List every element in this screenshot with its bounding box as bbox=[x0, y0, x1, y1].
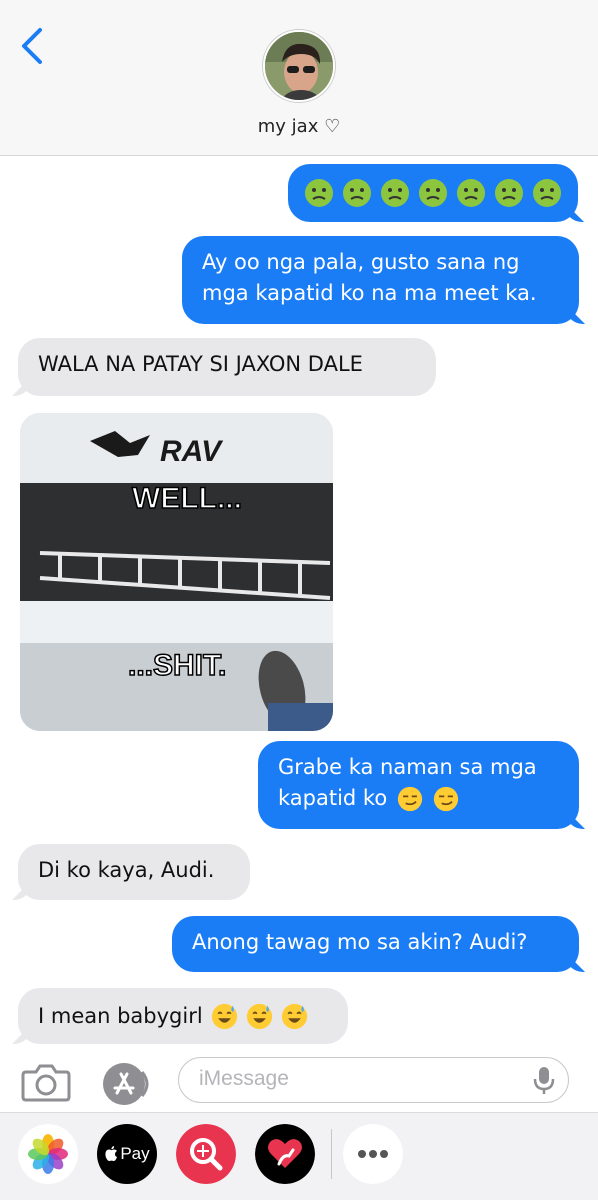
smirk-face-emoji-icon bbox=[398, 786, 423, 811]
photos-app-icon[interactable] bbox=[18, 1124, 78, 1184]
message-text: Di ko kaya, Audi. bbox=[38, 858, 215, 882]
back-chevron-icon[interactable] bbox=[18, 26, 48, 66]
received-message[interactable]: Di ko kaya, Audi. bbox=[18, 844, 250, 900]
nauseated-face-emoji-icon bbox=[457, 179, 485, 207]
sweat-smile-emoji-icon bbox=[281, 1003, 307, 1029]
smirk-face-emoji-icon bbox=[434, 786, 459, 811]
sweat-smile-emoji-icon bbox=[211, 1003, 237, 1029]
microphone-icon[interactable] bbox=[528, 1064, 560, 1096]
meme-photo: RAV WELL... ...SHIT. bbox=[20, 413, 333, 731]
conversation-header: my jax ♡ bbox=[0, 0, 598, 156]
message-text: Anong tawag mo sa akin? Audi? bbox=[192, 930, 528, 954]
app-drawer: Pay bbox=[0, 1112, 598, 1200]
nauseated-face-emoji-icon bbox=[419, 179, 447, 207]
more-apps-icon[interactable] bbox=[343, 1124, 403, 1184]
meme-caption-bottom: ...SHIT. bbox=[128, 649, 226, 682]
sent-message[interactable]: Anong tawag mo sa akin? Audi? bbox=[172, 916, 579, 972]
imessage-input[interactable]: iMessage bbox=[178, 1057, 569, 1103]
received-message[interactable]: I mean babygirl bbox=[18, 988, 348, 1044]
sweat-smile-emoji-icon bbox=[246, 1003, 272, 1029]
avatar-photo bbox=[265, 32, 333, 100]
message-text: I mean babygirl bbox=[38, 1003, 203, 1028]
imessage-placeholder: iMessage bbox=[199, 1067, 289, 1090]
sent-message[interactable]: Grabe ka naman sa mga kapatid ko bbox=[258, 741, 579, 829]
message-text: WALA NA PATAY SI JAXON DALE bbox=[38, 352, 363, 376]
message-text-line: kapatid ko bbox=[278, 783, 559, 814]
sent-message[interactable] bbox=[288, 164, 578, 222]
meme-caption-top: WELL... bbox=[132, 482, 242, 515]
apple-pay-icon[interactable]: Pay bbox=[97, 1124, 157, 1184]
received-message[interactable]: WALA NA PATAY SI JAXON DALE bbox=[18, 338, 436, 396]
nauseated-face-emoji-icon bbox=[343, 179, 371, 207]
nauseated-face-emoji-icon bbox=[305, 179, 333, 207]
sign-text: RAV bbox=[160, 435, 224, 468]
nauseated-face-emoji-icon bbox=[495, 179, 523, 207]
apple-logo-icon bbox=[105, 1146, 118, 1162]
sent-message[interactable]: Ay oo nga pala, gusto sana ng mga kapati… bbox=[182, 236, 579, 324]
drawer-separator bbox=[331, 1129, 332, 1179]
message-text-line: mga kapatid ko na ma meet ka. bbox=[202, 281, 537, 305]
contact-avatar[interactable] bbox=[263, 30, 335, 102]
apple-pay-label: Pay bbox=[120, 1144, 150, 1163]
app-store-icon[interactable] bbox=[100, 1060, 152, 1108]
message-text-line: Grabe ka naman sa mga bbox=[278, 755, 537, 779]
digital-touch-app-icon[interactable] bbox=[255, 1124, 315, 1184]
image-search-app-icon[interactable] bbox=[176, 1124, 236, 1184]
message-text: kapatid ko bbox=[278, 786, 388, 810]
message-thread: Ay oo nga pala, gusto sana ng mga kapati… bbox=[0, 156, 598, 1056]
nauseated-face-emoji-icon bbox=[381, 179, 409, 207]
compose-bar: iMessage bbox=[0, 1046, 598, 1112]
nauseated-face-emoji-icon bbox=[533, 179, 561, 207]
message-text-line: Ay oo nga pala, gusto sana ng bbox=[202, 250, 520, 274]
emoji-row bbox=[304, 175, 562, 211]
camera-icon[interactable] bbox=[20, 1062, 72, 1102]
contact-name[interactable]: my jax ♡ bbox=[0, 116, 598, 137]
meme-image[interactable]: RAV WELL... ...SHIT. bbox=[20, 413, 333, 731]
